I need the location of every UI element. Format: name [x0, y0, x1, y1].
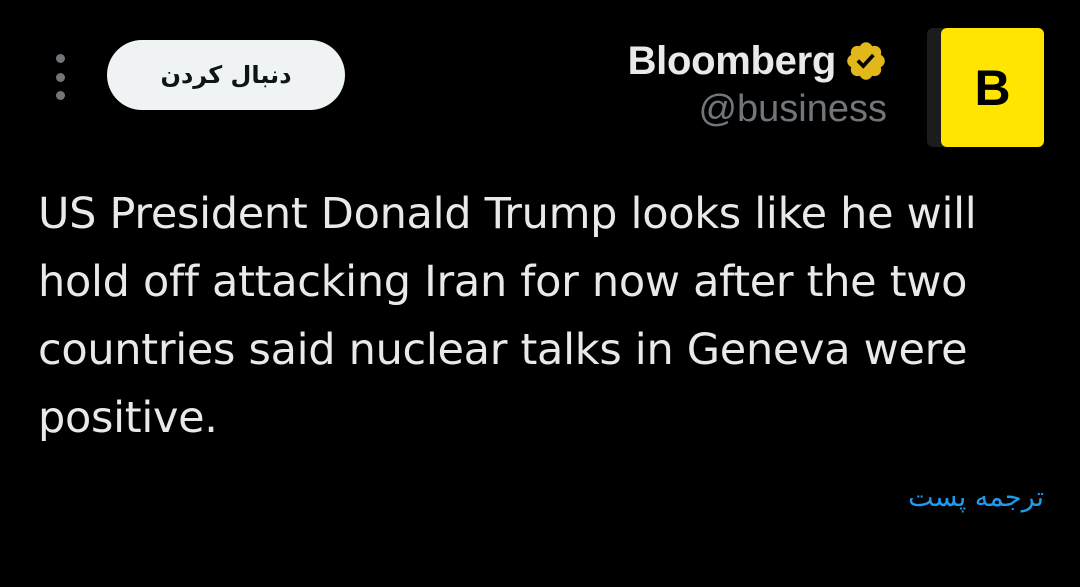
translate-post-link[interactable]: ترجمه پست: [908, 482, 1044, 513]
tweet-text: US President Donald Trump looks like he …: [38, 189, 977, 443]
tweet-card: دنبال کردن Bloomberg @business B US Pres…: [0, 0, 1080, 587]
more-vertical-icon[interactable]: [48, 54, 72, 100]
avatar[interactable]: B: [941, 28, 1044, 147]
verified-badge-icon: [847, 42, 885, 80]
more-dot: [55, 91, 65, 100]
avatar-letter: B: [974, 59, 1011, 116]
display-name[interactable]: Bloomberg: [628, 39, 837, 84]
follow-button[interactable]: دنبال کردن: [107, 40, 345, 110]
user-handle[interactable]: @business: [698, 88, 887, 131]
more-dot: [55, 72, 65, 82]
more-dot: [55, 54, 65, 63]
author-name-row[interactable]: Bloomberg: [628, 36, 888, 86]
